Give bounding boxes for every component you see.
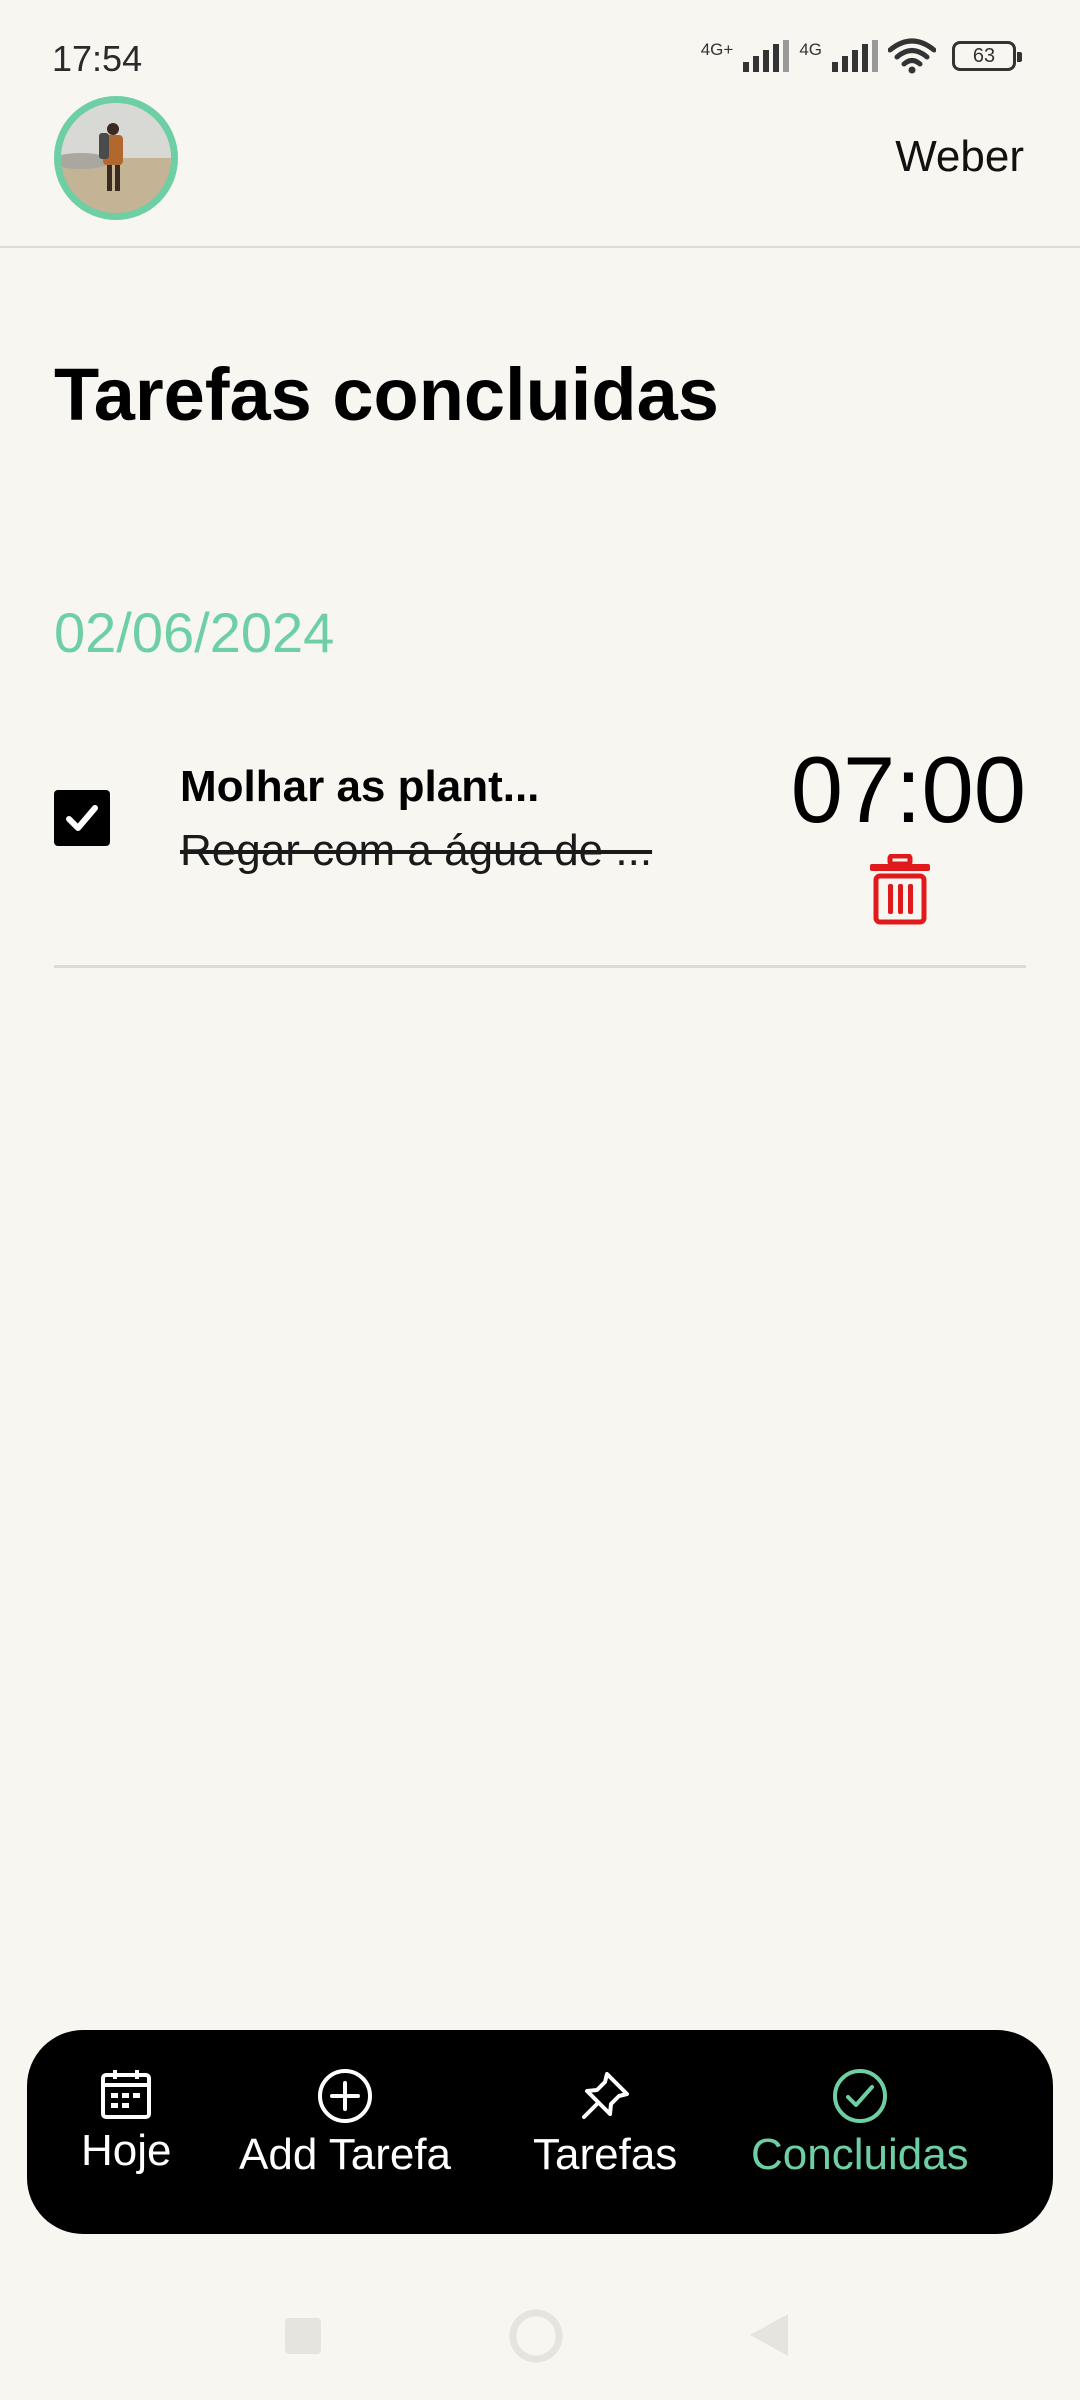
- task-checkbox[interactable]: [54, 790, 110, 846]
- network-type-1: 4G+: [700, 40, 734, 59]
- task-description: Regar com a água de ...: [180, 826, 653, 875]
- plus-circle-icon: [318, 2069, 372, 2123]
- user-name: Weber: [895, 132, 1024, 181]
- network-type-2: 4G: [799, 40, 822, 59]
- battery-level: 63: [972, 44, 996, 67]
- calendar-icon: [101, 2070, 152, 2119]
- status-time: 17:54: [52, 38, 143, 79]
- trash-icon: [870, 853, 930, 925]
- page-title: Tarefas concluidas: [54, 353, 719, 436]
- nav-item-hoje[interactable]: Hoje: [81, 2068, 172, 2176]
- system-navigation-bar: [0, 2300, 1080, 2370]
- task-item: Molhar as plant... Regar com a água de .…: [54, 720, 1026, 968]
- nav-label-concluidas: Concluidas: [751, 2130, 969, 2179]
- task-title: Molhar as plant...: [180, 762, 540, 811]
- status-icons: 4G+ 4G 63: [700, 38, 1022, 74]
- pin-icon: [582, 2072, 630, 2119]
- signal-icon: [743, 40, 790, 72]
- nav-label-tarefas: Tarefas: [533, 2130, 678, 2179]
- delete-task-button[interactable]: [868, 853, 932, 926]
- nav-label-add-tarefa: Add Tarefa: [239, 2130, 452, 2179]
- task-group-date: 02/06/2024: [54, 601, 335, 664]
- avatar-photo: [61, 103, 171, 213]
- signal-icon: [832, 40, 878, 72]
- nav-item-tarefas[interactable]: Tarefas: [533, 2068, 677, 2180]
- wifi-icon: [888, 38, 936, 74]
- recent-apps-icon[interactable]: [283, 2316, 323, 2356]
- app-header: Weber: [0, 96, 1080, 248]
- check-icon: [66, 805, 98, 831]
- nav-item-add-tarefa[interactable]: Add Tarefa: [239, 2068, 451, 2180]
- nav-item-concluidas[interactable]: Concluidas: [751, 2068, 969, 2180]
- battery-icon: 63: [952, 41, 1022, 71]
- check-circle-icon: [832, 2069, 887, 2123]
- status-bar: 17:54 4G+ 4G 63: [0, 0, 1080, 96]
- bottom-navigation: Hoje Add Tarefa Tarefas Concluidas: [27, 2030, 1053, 2234]
- nav-label-hoje: Hoje: [81, 2126, 172, 2175]
- avatar[interactable]: [54, 96, 178, 220]
- task-time: 07:00: [790, 737, 1026, 842]
- back-icon[interactable]: [748, 2312, 790, 2358]
- completed-tasks-screen: 17:54 4G+ 4G 63 Weber Tarefas concluidas…: [0, 0, 1080, 2400]
- home-icon[interactable]: [508, 2308, 564, 2364]
